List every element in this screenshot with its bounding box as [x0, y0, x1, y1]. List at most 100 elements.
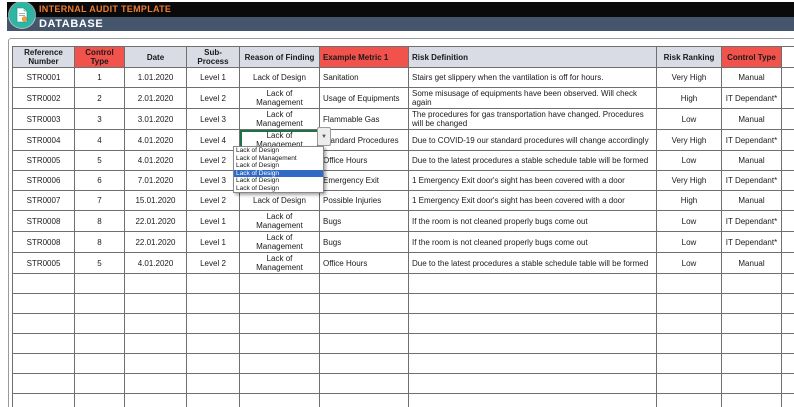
empty-cell[interactable] [721, 273, 782, 294]
cell-r7-c9[interactable]: Manual [721, 190, 782, 211]
cell-r7-c8[interactable]: High [656, 190, 722, 211]
cell-r2-c7[interactable]: Some misusage of equipments have been ob… [408, 87, 657, 109]
cell-r5-c3[interactable]: 4.01.2020 [124, 150, 187, 171]
empty-cell[interactable] [239, 313, 320, 334]
empty-cell[interactable] [186, 353, 240, 374]
empty-cell[interactable] [781, 293, 794, 314]
cell-r3-c6[interactable]: Flammable Gas [319, 108, 409, 130]
dropdown-item-4[interactable]: Lack of Design [234, 177, 323, 185]
empty-cell[interactable] [239, 333, 320, 354]
empty-cell[interactable] [239, 373, 320, 394]
column-header-reference-number-0[interactable]: Reference Number [12, 46, 75, 68]
empty-cell[interactable] [319, 373, 409, 394]
empty-cell[interactable] [239, 273, 320, 294]
cell-r4-c8[interactable]: Very High [656, 129, 722, 151]
cell-r8-c2[interactable]: 8 [74, 210, 125, 232]
empty-cell[interactable] [408, 353, 657, 374]
cell-r2-c2[interactable]: 2 [74, 87, 125, 109]
empty-cell[interactable] [74, 393, 125, 407]
cell-r9-c5[interactable]: Lack of Management [239, 231, 320, 253]
empty-cell[interactable] [12, 393, 75, 407]
cell-r9-c2[interactable]: 8 [74, 231, 125, 253]
cell-r3-c7[interactable]: The procedures for gas transportation ha… [408, 108, 657, 130]
empty-cell[interactable] [656, 373, 722, 394]
dropdown-item-2[interactable]: Lack of Design [234, 162, 323, 170]
empty-cell[interactable] [74, 373, 125, 394]
empty-cell[interactable] [186, 273, 240, 294]
empty-cell[interactable] [656, 353, 722, 374]
cell-r1-c8[interactable]: Very High [656, 67, 722, 88]
empty-cell[interactable] [721, 293, 782, 314]
empty-cell[interactable] [408, 273, 657, 294]
empty-cell[interactable] [319, 293, 409, 314]
empty-cell[interactable] [319, 273, 409, 294]
cell-r6-c3[interactable]: 7.01.2020 [124, 170, 187, 191]
cell-r8-c3[interactable]: 22.01.2020 [124, 210, 187, 232]
empty-cell[interactable] [408, 313, 657, 334]
dropdown-item-1[interactable]: Lack of Management [234, 155, 323, 163]
cell-r5-c8[interactable]: Low [656, 150, 722, 171]
cell-r9-c3[interactable]: 22.01.2020 [124, 231, 187, 253]
cell-r7-c1[interactable]: STR0007 [12, 190, 75, 211]
cell-r2-c4[interactable]: Level 2 [186, 87, 240, 109]
cell-r8-sliver[interactable] [781, 210, 794, 232]
empty-cell[interactable] [721, 333, 782, 354]
empty-cell[interactable] [12, 293, 75, 314]
cell-r9-c4[interactable]: Level 1 [186, 231, 240, 253]
cell-r10-c9[interactable]: Manual [721, 252, 782, 274]
cell-r9-c7[interactable]: If the room is not cleaned properly bugs… [408, 231, 657, 253]
cell-r3-c4[interactable]: Level 3 [186, 108, 240, 130]
cell-r1-c9[interactable]: Manual [721, 67, 782, 88]
empty-cell[interactable] [124, 353, 187, 374]
cell-r6-c2[interactable]: 6 [74, 170, 125, 191]
cell-r10-c6[interactable]: Office Hours [319, 252, 409, 274]
empty-cell[interactable] [239, 353, 320, 374]
empty-cell[interactable] [239, 393, 320, 407]
cell-r4-c6[interactable]: Standard Procedures [319, 129, 409, 151]
empty-cell[interactable] [656, 333, 722, 354]
empty-cell[interactable] [124, 333, 187, 354]
dropdown-button[interactable]: ▼ [317, 127, 331, 146]
empty-cell[interactable] [656, 313, 722, 334]
empty-cell[interactable] [124, 393, 187, 407]
cell-r7-c7[interactable]: 1 Emergency Exit door's sight has been c… [408, 190, 657, 211]
empty-cell[interactable] [12, 313, 75, 334]
empty-cell[interactable] [124, 273, 187, 294]
empty-cell[interactable] [319, 333, 409, 354]
cell-r10-c7[interactable]: Due to the latest procedures a stable sc… [408, 252, 657, 274]
cell-r4-sliver[interactable] [781, 129, 794, 151]
empty-cell[interactable] [12, 373, 75, 394]
empty-cell[interactable] [781, 353, 794, 374]
cell-r6-c7[interactable]: 1 Emergency Exit door's sight has been c… [408, 170, 657, 191]
cell-r8-c8[interactable]: Low [656, 210, 722, 232]
column-header-control-type-8[interactable]: Control Type [721, 46, 782, 68]
dropdown-item-5[interactable]: Lack of Design [234, 185, 323, 193]
cell-r3-c5[interactable]: Lack of Management [239, 108, 320, 130]
empty-cell[interactable] [781, 273, 794, 294]
cell-r10-c3[interactable]: 4.01.2020 [124, 252, 187, 274]
empty-cell[interactable] [124, 293, 187, 314]
cell-r6-c9[interactable]: IT Dependant* [721, 170, 782, 191]
cell-r1-c4[interactable]: Level 1 [186, 67, 240, 88]
empty-cell[interactable] [781, 393, 794, 407]
cell-r3-c3[interactable]: 3.01.2020 [124, 108, 187, 130]
empty-cell[interactable] [721, 373, 782, 394]
cell-r2-c1[interactable]: STR0002 [12, 87, 75, 109]
cell-r9-c9[interactable]: IT Dependant* [721, 231, 782, 253]
cell-r2-sliver[interactable] [781, 87, 794, 109]
empty-cell[interactable] [186, 333, 240, 354]
cell-r2-c6[interactable]: Usage of Equipments [319, 87, 409, 109]
cell-r8-c1[interactable]: STR0008 [12, 210, 75, 232]
cell-r6-c1[interactable]: STR0006 [12, 170, 75, 191]
column-header-control-type-1[interactable]: Control Type [74, 46, 125, 68]
cell-r1-c2[interactable]: 1 [74, 67, 125, 88]
cell-r8-c5[interactable]: Lack of Management [239, 210, 320, 232]
cell-r7-c5[interactable]: Lack of Design [239, 190, 320, 211]
cell-r4-c7[interactable]: Due to COVID-19 our standard procedures … [408, 129, 657, 151]
cell-r5-c4[interactable]: Level 2 [186, 150, 240, 171]
cell-r1-c3[interactable]: 1.01.2020 [124, 67, 187, 88]
column-header-risk-ranking-7[interactable]: Risk Ranking [656, 46, 722, 68]
cell-r4-c9[interactable]: IT Dependant* [721, 129, 782, 151]
cell-r6-c4[interactable]: Level 3 [186, 170, 240, 191]
empty-cell[interactable] [408, 333, 657, 354]
